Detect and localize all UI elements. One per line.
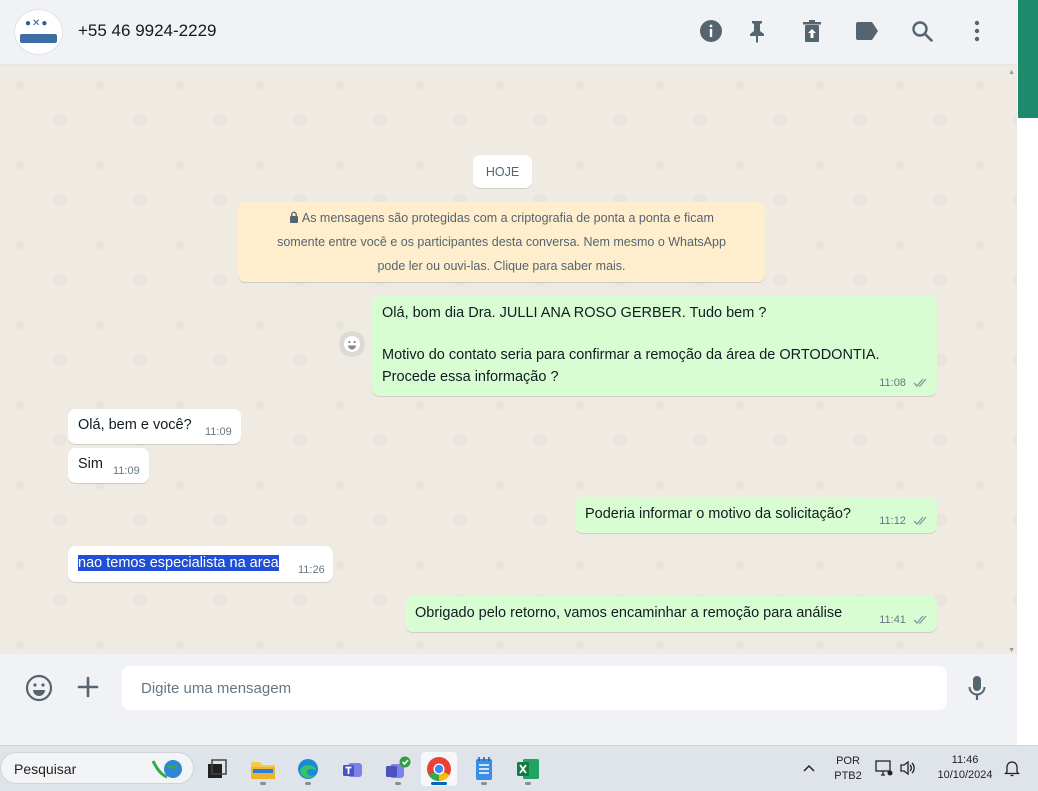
info-icon[interactable] [698, 18, 724, 44]
message-composer: Digite uma mensagem [0, 654, 1017, 722]
chat-scrollbar[interactable]: ▲ ▼ [1007, 65, 1017, 654]
running-indicator [481, 782, 487, 785]
clock[interactable]: 11:46 10/10/2024 [930, 753, 1000, 783]
message-meta: 11:12 [879, 515, 929, 527]
message-bubble-incoming[interactable]: nao temos especialista na area 11:26 [68, 546, 333, 582]
message-bubble-outgoing[interactable]: Obrigado pelo retorno, vamos encaminhar … [405, 596, 937, 632]
encryption-notice-line: As mensagens são protegidas com a cripto… [238, 206, 765, 230]
running-indicator [431, 782, 447, 785]
volume-icon[interactable] [899, 759, 917, 782]
message-text: Poderia informar o motivo da solicitação… [585, 506, 851, 522]
running-indicator [525, 782, 531, 785]
message-time: 11:12 [879, 515, 906, 527]
search-icon[interactable] [909, 18, 935, 44]
window-scrollbar[interactable] [1017, 0, 1038, 745]
microphone-icon[interactable] [967, 674, 987, 707]
teams-icon[interactable] [335, 752, 371, 786]
input-language-indicator[interactable]: POR PTB2 [832, 754, 864, 784]
message-time: 11:26 [298, 564, 325, 576]
message-input-placeholder: Digite uma mensagem [141, 680, 292, 697]
double-check-icon [913, 378, 927, 387]
lock-icon [290, 211, 299, 223]
message-list[interactable]: ▲ ▼ HOJE As mensagens são protegidas com… [0, 65, 1017, 654]
chrome-icon[interactable] [421, 752, 457, 786]
encryption-notice-line: pode ler ou ouvi-las. Clique para saber … [377, 259, 626, 273]
file-explorer-icon[interactable] [245, 752, 281, 786]
show-hidden-icons-chevron-icon[interactable] [802, 760, 816, 778]
message-bubble-incoming[interactable]: Sim 11:09 [68, 448, 149, 483]
message-time: 11:09 [205, 426, 232, 438]
message-bubble-outgoing[interactable]: Olá, bom dia Dra. JULLI ANA ROSO GERBER.… [372, 296, 937, 396]
notifications-bell-icon[interactable] [1003, 759, 1021, 782]
emoji-icon[interactable] [25, 674, 53, 707]
excel-icon[interactable] [510, 752, 546, 786]
pin-icon[interactable] [744, 18, 770, 44]
double-check-icon [913, 615, 927, 624]
label-icon[interactable] [854, 18, 880, 44]
running-indicator [305, 782, 311, 785]
clock-time: 11:46 [951, 754, 979, 766]
delete-icon[interactable] [799, 18, 825, 44]
reaction-emoji-button[interactable] [339, 331, 365, 357]
clock-date: 10/10/2024 [937, 769, 993, 781]
message-text: Motivo do contato seria para confirmar a… [382, 347, 880, 363]
chat-header: ●✕● +55 46 9924-2229 [0, 0, 1017, 65]
date-separator: HOJE [473, 155, 532, 188]
logo-bar [20, 34, 57, 43]
message-bubble-outgoing[interactable]: Poderia informar o motivo da solicitação… [575, 497, 937, 533]
logo-mark: ●✕● [25, 18, 49, 29]
search-highlight-icon [147, 757, 187, 786]
contact-name[interactable]: +55 46 9924-2229 [78, 21, 217, 41]
message-time: 11:09 [113, 465, 140, 477]
window-scrollbar-thumb[interactable] [1018, 0, 1038, 118]
contact-avatar[interactable]: ●✕● [14, 9, 63, 55]
message-text: Olá, bom dia Dra. JULLI ANA ROSO GERBER.… [382, 305, 767, 321]
language-code: POR [836, 755, 860, 767]
notepad-icon[interactable] [466, 752, 502, 786]
whatsapp-window: ●✕● +55 46 9924-2229 ▲ ▼ HOJE As mensage… [0, 0, 1017, 722]
encryption-notice-line: somente entre você e os participantes de… [277, 235, 726, 249]
attach-plus-icon[interactable] [76, 675, 100, 704]
edge-browser-icon[interactable] [290, 752, 326, 786]
message-text: Olá, bem e você? [78, 417, 192, 433]
taskbar-search[interactable]: Pesquisar [0, 752, 194, 784]
double-check-icon [913, 516, 927, 525]
message-text: Obrigado pelo retorno, vamos encaminhar … [415, 605, 843, 621]
running-indicator [395, 782, 401, 785]
message-input[interactable]: Digite uma mensagem [122, 666, 947, 710]
message-time: 11:41 [879, 614, 906, 626]
menu-icon[interactable] [964, 18, 990, 44]
message-text-selected: nao temos especialista na area [78, 555, 279, 571]
scroll-down-arrow-icon[interactable]: ▼ [1008, 647, 1015, 654]
taskbar: Pesquisar POR PTB2 11:46 10/10/2024 [0, 745, 1038, 791]
teams-work-icon[interactable] [380, 752, 416, 786]
keyboard-layout: PTB2 [834, 770, 862, 782]
message-text: Sim [78, 456, 103, 472]
task-view-icon[interactable] [199, 752, 235, 786]
message-meta: 11:41 [879, 614, 929, 626]
running-indicator [260, 782, 266, 785]
taskbar-search-label: Pesquisar [14, 761, 77, 777]
smiley-icon [344, 336, 360, 352]
message-meta: 11:08 [879, 377, 929, 389]
scroll-up-arrow-icon[interactable]: ▲ [1008, 69, 1015, 76]
message-bubble-incoming[interactable]: Olá, bem e você? 11:09 [68, 409, 241, 444]
network-icon[interactable] [875, 759, 893, 782]
message-text: Procede essa informação ? [382, 369, 559, 385]
message-time: 11:08 [879, 377, 906, 389]
encryption-notice[interactable]: As mensagens são protegidas com a cripto… [238, 202, 765, 282]
